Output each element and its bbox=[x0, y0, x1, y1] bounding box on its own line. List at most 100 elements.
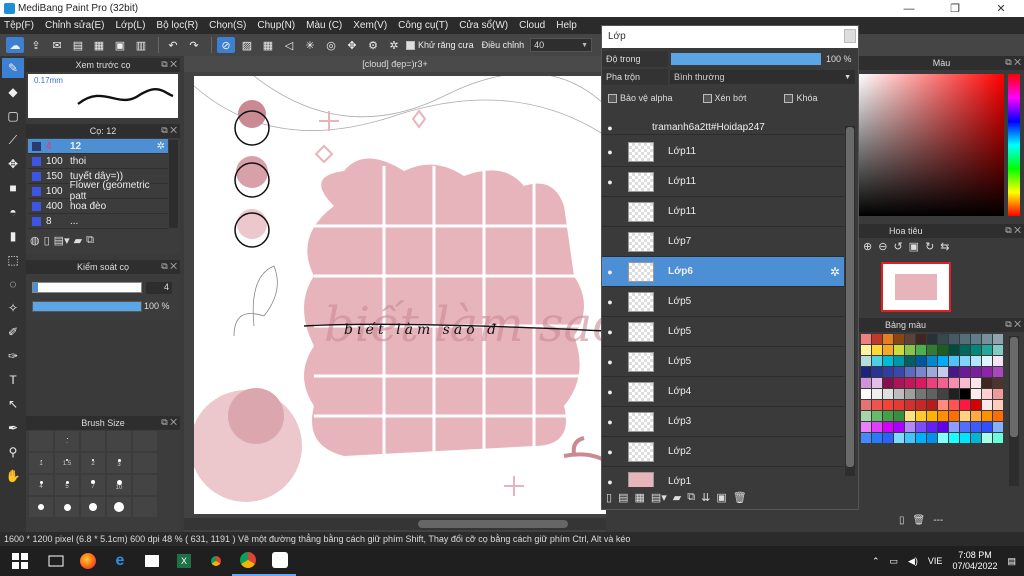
palette-swatch[interactable] bbox=[872, 422, 882, 432]
antialias-checkbox[interactable] bbox=[406, 40, 415, 50]
redo-icon[interactable]: ↷ bbox=[185, 37, 203, 53]
palette-swatch[interactable] bbox=[927, 378, 937, 388]
palette-swatch[interactable] bbox=[894, 389, 904, 399]
palette-swatch[interactable] bbox=[905, 345, 915, 355]
parallel-snap-icon[interactable]: ▨ bbox=[238, 37, 256, 53]
palette-swatch[interactable] bbox=[938, 345, 948, 355]
palette-swatch[interactable] bbox=[894, 356, 904, 366]
palette-swatch[interactable] bbox=[993, 389, 1003, 399]
rotate-right-icon[interactable]: ↻ bbox=[925, 240, 934, 253]
layer-settings-gear-icon[interactable]: ✲ bbox=[830, 265, 840, 279]
cloud-icon[interactable]: ☁ bbox=[6, 37, 24, 53]
panel-controls-icon[interactable]: ⧉ ✕ bbox=[161, 417, 177, 428]
rect-icon[interactable]: ▢ bbox=[2, 106, 24, 126]
palette-swatch[interactable] bbox=[872, 378, 882, 388]
palette-swatch[interactable] bbox=[883, 334, 893, 344]
palette-swatch[interactable] bbox=[894, 433, 904, 443]
palette-swatch[interactable] bbox=[949, 433, 959, 443]
palette-swatch[interactable] bbox=[861, 422, 871, 432]
grid-snap-icon[interactable]: ▦ bbox=[259, 37, 277, 53]
perspective-snap-icon[interactable]: ◁ bbox=[280, 37, 298, 53]
brush-size-cell[interactable] bbox=[81, 431, 105, 451]
palette-swatch[interactable] bbox=[905, 356, 915, 366]
palette-swatch[interactable] bbox=[993, 433, 1003, 443]
palette-swatch[interactable] bbox=[971, 422, 981, 432]
blend-mode-select[interactable]: Bình thường ▼ bbox=[670, 70, 855, 84]
palette-swatch[interactable] bbox=[861, 389, 871, 399]
flip-icon[interactable]: ⇆ bbox=[940, 240, 949, 253]
merge-down-icon[interactable]: ⇊ bbox=[701, 491, 710, 504]
palette-swatch[interactable] bbox=[905, 378, 915, 388]
hue-slider[interactable] bbox=[1008, 74, 1020, 216]
palette-swatch[interactable] bbox=[861, 345, 871, 355]
palette-swatch[interactable] bbox=[938, 422, 948, 432]
palette-swatch[interactable] bbox=[872, 367, 882, 377]
palette-swatch[interactable] bbox=[938, 378, 948, 388]
select-pen-icon[interactable]: ✐ bbox=[2, 322, 24, 342]
brush-list-scrollbar[interactable] bbox=[169, 140, 178, 228]
hand-icon[interactable]: ✋ bbox=[2, 466, 24, 486]
minimize-button[interactable]: — bbox=[886, 0, 932, 17]
brush-size-cell[interactable]: 1.5 bbox=[55, 453, 79, 473]
palette-swatch[interactable] bbox=[949, 422, 959, 432]
visibility-eye-icon[interactable]: ● bbox=[602, 417, 618, 427]
operation-icon[interactable]: ↖ bbox=[2, 394, 24, 414]
excel-icon[interactable]: X bbox=[168, 546, 200, 576]
palette-swatch[interactable] bbox=[927, 433, 937, 443]
task-view-icon[interactable] bbox=[40, 546, 72, 576]
brush-size-cell[interactable]: 7 bbox=[81, 475, 105, 495]
palette-swatch[interactable] bbox=[927, 356, 937, 366]
palette-swatch[interactable] bbox=[971, 389, 981, 399]
palette-swatch[interactable] bbox=[960, 433, 970, 443]
brush-size-cell[interactable]: 4 bbox=[29, 475, 53, 495]
palette-swatch[interactable] bbox=[982, 400, 992, 410]
menu-cloud[interactable]: Cloud bbox=[519, 20, 545, 31]
palette-swatch[interactable] bbox=[927, 389, 937, 399]
visibility-eye-icon[interactable]: ● bbox=[602, 477, 618, 487]
palette-swatch[interactable] bbox=[861, 367, 871, 377]
menu-edit[interactable]: Chỉnh sửa(E) bbox=[45, 20, 105, 31]
canvas-hscroll-thumb[interactable] bbox=[418, 520, 568, 528]
folder-icon[interactable]: ▰ bbox=[74, 234, 82, 247]
palette-swatch[interactable] bbox=[861, 334, 871, 344]
palette-swatch[interactable] bbox=[872, 334, 882, 344]
palette-swatch[interactable] bbox=[960, 411, 970, 421]
layer-row[interactable]: Lớp11 bbox=[602, 197, 844, 227]
brush-size-cell[interactable] bbox=[133, 453, 157, 473]
firefox-icon[interactable] bbox=[72, 546, 104, 576]
layer-row[interactable]: ● Lớp6 ✲ bbox=[602, 257, 844, 287]
palette-swatch[interactable] bbox=[960, 400, 970, 410]
palette-add-icon[interactable]: ▯ bbox=[899, 515, 905, 526]
network-icon[interactable]: ▭ bbox=[889, 556, 898, 567]
panel-controls-icon[interactable]: ⧉ ✕ bbox=[161, 125, 177, 136]
brush-item[interactable]: 4 12 ✲ bbox=[28, 139, 168, 154]
palette-more[interactable]: --- bbox=[933, 515, 943, 526]
palette-swatch[interactable] bbox=[927, 367, 937, 377]
line-icon[interactable]: ⟋ bbox=[2, 130, 24, 150]
brush-size-cell[interactable]: 1 bbox=[29, 453, 53, 473]
palette-swatch[interactable] bbox=[993, 356, 1003, 366]
palette-swatch[interactable] bbox=[938, 411, 948, 421]
menu-snap[interactable]: Chụp(N) bbox=[257, 20, 295, 31]
brush-size-cell[interactable]: 3 bbox=[107, 453, 131, 473]
palette-swatch[interactable] bbox=[883, 356, 893, 366]
delete-layer-icon[interactable]: 🗑 bbox=[733, 491, 747, 504]
gear-icon[interactable]: ✲ bbox=[385, 37, 403, 53]
palette-swatch[interactable] bbox=[883, 422, 893, 432]
menu-select[interactable]: Chọn(S) bbox=[209, 20, 246, 31]
palette-swatch[interactable] bbox=[971, 356, 981, 366]
palette-swatch[interactable] bbox=[993, 378, 1003, 388]
palette-swatch[interactable] bbox=[993, 367, 1003, 377]
visibility-eye-icon[interactable]: ● bbox=[602, 357, 618, 367]
palette-swatch[interactable] bbox=[938, 433, 948, 443]
palette-swatch[interactable] bbox=[949, 400, 959, 410]
panel-controls-icon[interactable]: ⧉ ✕ bbox=[1005, 57, 1021, 68]
palette-swatch[interactable] bbox=[993, 400, 1003, 410]
eraser-icon[interactable]: ◆ bbox=[2, 82, 24, 102]
brush-size-cell[interactable] bbox=[81, 497, 105, 517]
navigator-thumbnail[interactable] bbox=[881, 262, 951, 312]
palette-swatch[interactable] bbox=[894, 400, 904, 410]
canvas[interactable]: biết làm sao đ biết làm sao đ bbox=[194, 76, 606, 514]
visibility-eye-icon[interactable]: ● bbox=[602, 387, 618, 397]
chrome-active-icon[interactable] bbox=[232, 546, 264, 576]
